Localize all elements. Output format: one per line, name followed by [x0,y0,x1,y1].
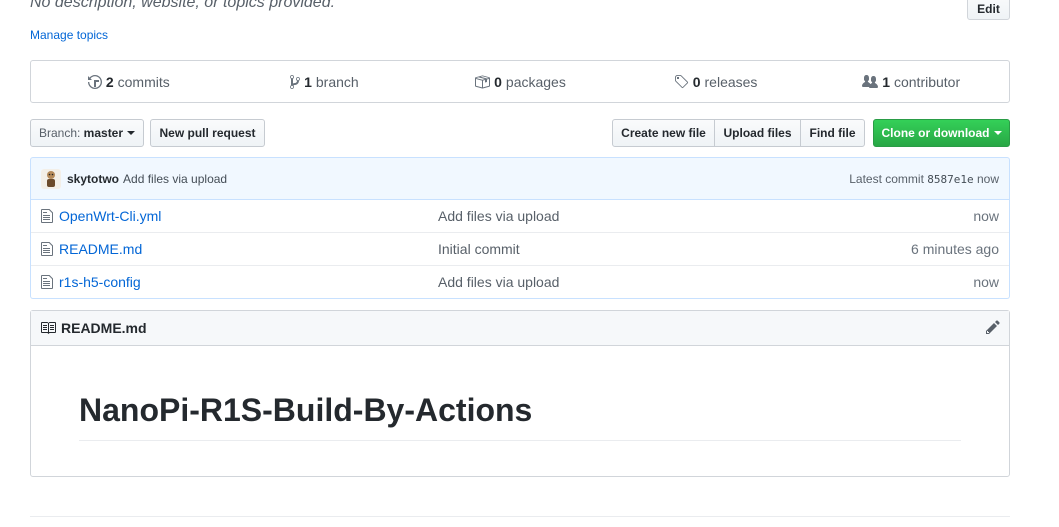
repo-description: No description, website, or topics provi… [30,0,336,11]
branch-name: master [83,126,124,140]
package-icon [475,75,491,88]
avatar[interactable] [41,168,61,189]
releases-label: releases [704,73,758,90]
branch-select-button[interactable]: Branch: master [30,119,144,147]
file-commit-message[interactable]: Add files via upload [438,274,973,290]
divider [30,516,1010,517]
packages-link[interactable]: 0 packages [422,74,618,90]
clone-or-download-button[interactable]: Clone or download [873,119,1010,147]
commits-count: 2 [105,73,114,90]
file-link[interactable]: OpenWrt-Cli.yml [59,208,161,224]
branch-label: branch [315,73,359,90]
file-list: OpenWrt-Cli.yml Add files via upload now… [30,199,1010,299]
find-file-button[interactable]: Find file [800,119,865,147]
file-link[interactable]: r1s-h5-config [59,274,141,290]
readme-panel: README.md NanoPi-R1S-Build-By-Actions [30,310,1010,477]
file-link[interactable]: README.md [59,241,142,257]
readme-body: NanoPi-R1S-Build-By-Actions [31,390,1009,441]
file-name-cell: r1s-h5-config [41,274,438,290]
releases-count: 0 [692,73,701,90]
upload-files-button[interactable]: Upload files [714,119,801,147]
commit-sha-link[interactable]: 8587e1e [927,173,973,186]
file-age: now [973,207,999,224]
latest-commit-info: Latest commit 8587e1e now [849,172,999,186]
file-row: r1s-h5-config Add files via upload now [31,265,1009,298]
file-name-cell: OpenWrt-Cli.yml [41,208,438,224]
readme-heading: NanoPi-R1S-Build-By-Actions [79,390,961,441]
packages-label: packages [505,73,566,90]
readme-header: README.md [31,311,1009,346]
file-commit-message[interactable]: Add files via upload [438,208,973,224]
edit-description-button[interactable]: Edit [967,0,1010,20]
branches-link[interactable]: 1 branch [227,74,423,90]
file-name-cell: README.md [41,241,438,257]
create-new-file-button[interactable]: Create new file [612,119,715,147]
file-icon [41,242,53,256]
latest-commit-bar: skytotwo Add files via upload Latest com… [30,157,1010,200]
latest-commit-prefix: Latest commit [849,171,924,186]
file-actions-group: Create new file Upload files Find file [612,119,865,147]
branch-icon [290,74,301,89]
caret-down-icon [127,131,136,135]
commit-message-link[interactable]: Add files via upload [123,172,227,186]
commits-label: commits [117,73,170,90]
contributor-label: contributor [893,73,961,90]
new-pull-request-button[interactable]: New pull request [150,119,265,147]
file-commit-message[interactable]: Initial commit [438,241,911,257]
file-age: 6 minutes ago [911,241,999,257]
commits-link[interactable]: 2 commits [31,74,227,90]
book-icon [41,322,56,334]
file-row: OpenWrt-Cli.yml Add files via upload now [31,199,1009,232]
contributor-count: 1 [882,73,890,90]
manage-topics-link[interactable]: Manage topics [30,28,108,42]
file-row: README.md Initial commit 6 minutes ago [31,232,1009,265]
readme-filename: README.md [61,320,147,336]
pencil-icon[interactable] [986,319,1000,338]
file-icon [41,208,53,223]
branch-count: 1 [304,73,312,90]
history-icon [87,74,102,89]
file-icon [41,275,53,289]
clone-label: Clone or download [881,126,990,140]
repo-summary-bar: 2 commits 1 branch 0 packages 0 releases… [30,60,1010,103]
tag-icon [674,74,688,88]
branch-prefix: Branch: [38,126,81,140]
people-icon [862,74,879,88]
packages-count: 0 [494,73,502,90]
latest-commit-age: now [976,171,999,186]
file-age: now [973,274,999,290]
caret-down-icon [993,131,1002,135]
releases-link[interactable]: 0 releases [618,74,814,90]
commit-author-link[interactable]: skytotwo [67,172,119,186]
contributors-link[interactable]: 1 contributor [813,74,1009,90]
